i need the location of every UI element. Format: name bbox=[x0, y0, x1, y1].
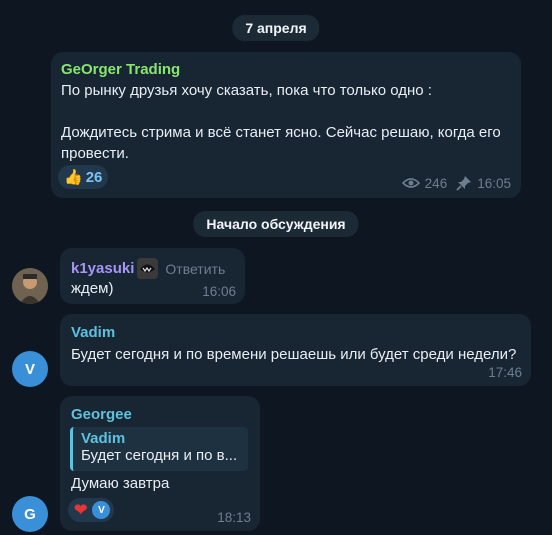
avatar-photo bbox=[12, 268, 48, 304]
comment-vadim[interactable]: Vadim Будет сегодня и по времени решаешь… bbox=[60, 314, 531, 386]
quote-author: Vadim bbox=[81, 430, 126, 447]
reaction-thumbs-up[interactable]: 👍 26 bbox=[58, 165, 109, 189]
post-time: 16:05 bbox=[477, 175, 511, 191]
eye-icon bbox=[401, 178, 420, 188]
comment-k1yasuki[interactable]: k1yasuki Ответить ждем) 16:06 bbox=[60, 248, 245, 304]
avatar-letter: G bbox=[24, 505, 36, 523]
reaction-heart[interactable]: ❤ V bbox=[68, 498, 115, 522]
comment-georgee[interactable]: Georgee Vadim Будет сегодня и по в... Ду… bbox=[60, 396, 260, 531]
discussion-start-pill: Начало обсуждения bbox=[193, 211, 359, 237]
quoted-reply[interactable]: Vadim Будет сегодня и по в... bbox=[70, 427, 248, 471]
date-pill: 7 апреля bbox=[232, 15, 320, 41]
custom-emoji-icon bbox=[137, 258, 159, 279]
comment-text: Будет сегодня и по времени решаешь или б… bbox=[71, 346, 517, 363]
avatar-k1yasuki[interactable] bbox=[12, 268, 48, 304]
comment-text: Думаю завтра bbox=[71, 475, 170, 492]
post-line-1: По рынку друзья хочу сказать, пока что т… bbox=[61, 82, 432, 99]
quote-text: Будет сегодня и по в... bbox=[81, 447, 238, 464]
heart-icon: ❤ bbox=[74, 502, 88, 519]
comment-author[interactable]: Vadim bbox=[71, 324, 115, 341]
reaction-count: 26 bbox=[85, 168, 103, 186]
comment-time: 16:06 bbox=[202, 284, 236, 299]
avatar-vadim[interactable]: V bbox=[12, 351, 48, 387]
comment-author[interactable]: Georgee bbox=[71, 406, 132, 423]
reply-button[interactable]: Ответить bbox=[165, 261, 225, 277]
comment-author[interactable]: k1yasuki bbox=[71, 260, 134, 277]
reactor-avatar: V bbox=[92, 501, 111, 519]
post-meta: 246 16:05 bbox=[401, 175, 511, 191]
avatar-georgee[interactable]: G bbox=[12, 496, 48, 532]
comment-text: ждем) bbox=[71, 280, 114, 297]
views-count: 246 bbox=[424, 175, 448, 191]
post-text: По рынку друзья хочу сказать, пока что т… bbox=[61, 80, 511, 164]
reactor-letter: V bbox=[98, 504, 105, 516]
post-line-2: Дождитесь стрима и всё станет ясно. Сейч… bbox=[61, 124, 501, 141]
post-line-3: провести. bbox=[61, 145, 129, 162]
avatar-letter: V bbox=[24, 360, 35, 378]
thumbs-up-icon: 👍 bbox=[64, 169, 83, 186]
pin-icon bbox=[456, 176, 472, 191]
comment-time: 18:13 bbox=[217, 510, 251, 525]
post-author[interactable]: GeOrger Trading bbox=[61, 61, 180, 78]
comment-time: 17:46 bbox=[488, 365, 522, 380]
channel-post[interactable]: GeOrger Trading По рынку друзья хочу ска… bbox=[51, 52, 521, 198]
